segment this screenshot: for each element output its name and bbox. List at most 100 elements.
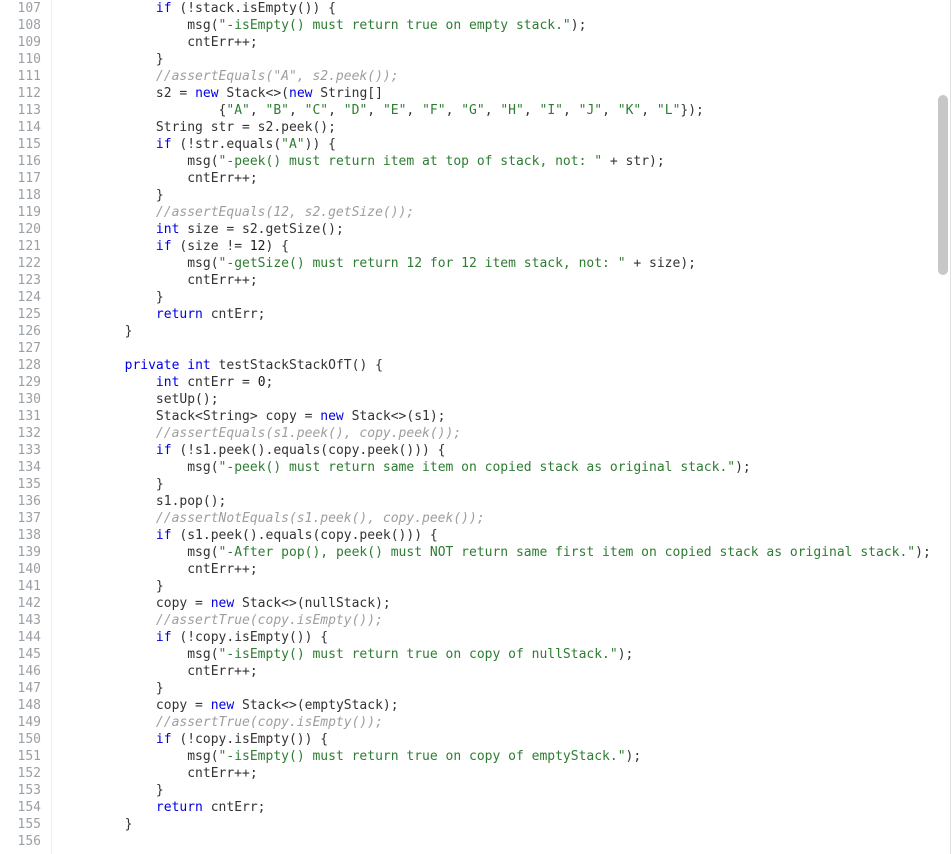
code-area[interactable]: if (!stack.isEmpty()) { msg("-isEmpty() … [52, 0, 950, 854]
code-line: if (size != 12) { [62, 238, 950, 255]
code-line: cntErr++; [62, 765, 950, 782]
code-line: } [62, 578, 950, 595]
line-number: 122 [0, 255, 41, 272]
line-number: 107 [0, 0, 41, 17]
line-number: 153 [0, 782, 41, 799]
line-number: 140 [0, 561, 41, 578]
line-number: 155 [0, 816, 41, 833]
line-number: 112 [0, 85, 41, 102]
line-number: 129 [0, 374, 41, 391]
line-number: 119 [0, 204, 41, 221]
line-number: 135 [0, 476, 41, 493]
code-line: //assertEquals("A", s2.peek()); [62, 68, 950, 85]
line-number: 130 [0, 391, 41, 408]
code-line: } [62, 323, 950, 340]
code-line: msg("-peek() must return item at top of … [62, 153, 950, 170]
code-editor: 1071081091101111121131141151161171181191… [0, 0, 951, 854]
code-line: if (!stack.isEmpty()) { [62, 0, 950, 17]
code-line: if (!str.equals("A")) { [62, 136, 950, 153]
code-line: return cntErr; [62, 799, 950, 816]
line-number: 149 [0, 714, 41, 731]
code-line: s2 = new Stack<>(new String[] [62, 85, 950, 102]
line-number: 143 [0, 612, 41, 629]
line-number: 120 [0, 221, 41, 238]
code-line: msg("-isEmpty() must return true on copy… [62, 748, 950, 765]
code-line: int cntErr = 0; [62, 374, 950, 391]
code-line: msg("-After pop(), peek() must NOT retur… [62, 544, 950, 561]
line-number-gutter: 1071081091101111121131141151161171181191… [0, 0, 52, 854]
code-line [62, 340, 950, 357]
vertical-scrollbar[interactable] [935, 0, 950, 854]
code-line: setUp(); [62, 391, 950, 408]
line-number: 128 [0, 357, 41, 374]
line-number: 133 [0, 442, 41, 459]
code-line: String str = s2.peek(); [62, 119, 950, 136]
code-line: cntErr++; [62, 170, 950, 187]
line-number: 126 [0, 323, 41, 340]
code-line: private int testStackStackOfT() { [62, 357, 950, 374]
line-number: 116 [0, 153, 41, 170]
code-line: //assertTrue(copy.isEmpty()); [62, 612, 950, 629]
code-line: if (!s1.peek().equals(copy.peek())) { [62, 442, 950, 459]
line-number: 113 [0, 102, 41, 119]
code-line: msg("-isEmpty() must return true on empt… [62, 17, 950, 34]
line-number: 138 [0, 527, 41, 544]
line-number: 125 [0, 306, 41, 323]
code-line: } [62, 782, 950, 799]
code-line: } [62, 816, 950, 833]
code-line: cntErr++; [62, 272, 950, 289]
code-line: copy = new Stack<>(emptyStack); [62, 697, 950, 714]
line-number: 111 [0, 68, 41, 85]
code-line: s1.pop(); [62, 493, 950, 510]
line-number: 139 [0, 544, 41, 561]
code-line: return cntErr; [62, 306, 950, 323]
line-number: 154 [0, 799, 41, 816]
code-line: } [62, 187, 950, 204]
line-number: 108 [0, 17, 41, 34]
line-number: 114 [0, 119, 41, 136]
code-line: //assertEquals(12, s2.getSize()); [62, 204, 950, 221]
code-line: cntErr++; [62, 663, 950, 680]
line-number: 137 [0, 510, 41, 527]
scrollbar-thumb[interactable] [938, 95, 948, 275]
line-number: 141 [0, 578, 41, 595]
line-number: 152 [0, 765, 41, 782]
code-line: copy = new Stack<>(nullStack); [62, 595, 950, 612]
code-line: cntErr++; [62, 34, 950, 51]
line-number: 145 [0, 646, 41, 663]
code-line: } [62, 289, 950, 306]
code-line: } [62, 680, 950, 697]
line-number: 123 [0, 272, 41, 289]
code-line: //assertTrue(copy.isEmpty()); [62, 714, 950, 731]
line-number: 115 [0, 136, 41, 153]
line-number: 121 [0, 238, 41, 255]
line-number: 110 [0, 51, 41, 68]
code-line: } [62, 476, 950, 493]
line-number: 127 [0, 340, 41, 357]
code-line: if (!copy.isEmpty()) { [62, 629, 950, 646]
line-number: 109 [0, 34, 41, 51]
line-number: 117 [0, 170, 41, 187]
code-line: msg("-isEmpty() must return true on copy… [62, 646, 950, 663]
code-line: if (!copy.isEmpty()) { [62, 731, 950, 748]
line-number: 146 [0, 663, 41, 680]
code-line: msg("-getSize() must return 12 for 12 it… [62, 255, 950, 272]
code-line: Stack<String> copy = new Stack<>(s1); [62, 408, 950, 425]
code-line: if (s1.peek().equals(copy.peek())) { [62, 527, 950, 544]
line-number: 150 [0, 731, 41, 748]
code-line [62, 833, 950, 850]
code-line: msg("-peek() must return same item on co… [62, 459, 950, 476]
line-number: 148 [0, 697, 41, 714]
line-number: 142 [0, 595, 41, 612]
line-number: 156 [0, 833, 41, 850]
line-number: 147 [0, 680, 41, 697]
line-number: 136 [0, 493, 41, 510]
line-number: 144 [0, 629, 41, 646]
line-number: 131 [0, 408, 41, 425]
code-line: } [62, 51, 950, 68]
line-number: 132 [0, 425, 41, 442]
line-number: 124 [0, 289, 41, 306]
code-line: //assertEquals(s1.peek(), copy.peek()); [62, 425, 950, 442]
code-line: //assertNotEquals(s1.peek(), copy.peek()… [62, 510, 950, 527]
line-number: 118 [0, 187, 41, 204]
